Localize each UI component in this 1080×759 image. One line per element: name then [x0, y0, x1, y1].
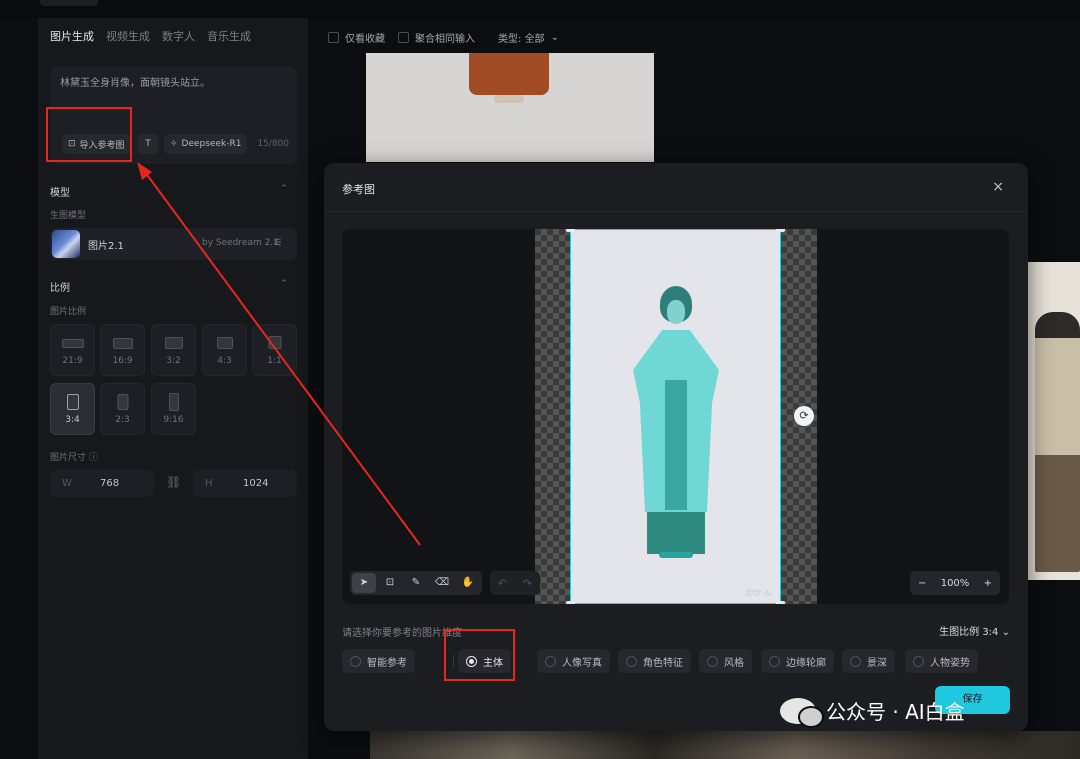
app-root: 图片生成 视频生成 数字人 音乐生成 林黛玉全身肖像，面朝镜头站立。 ⊡ 导入参… — [0, 0, 1080, 759]
wechat-watermark: 公众号 · AI白盒 — [780, 696, 965, 728]
watermark-text: 公众号 · AI白盒 — [826, 700, 965, 724]
annotation-arrow — [137, 162, 421, 546]
wechat-icon — [780, 697, 824, 728]
